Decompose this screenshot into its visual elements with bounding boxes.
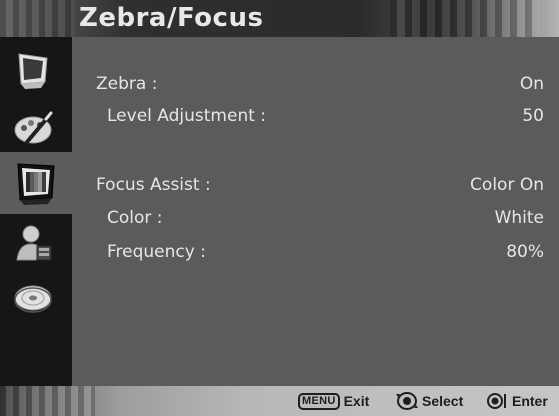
palette-icon <box>14 111 53 144</box>
user-settings-icon <box>16 225 52 261</box>
sidebar-item-monitor[interactable] <box>4 41 62 99</box>
setting-row-frequency[interactable]: Frequency : 80% <box>72 242 559 268</box>
frequency-value: 80% <box>506 242 544 262</box>
enter-label: Enter <box>512 393 548 409</box>
focus-assist-value: Color On <box>470 175 544 195</box>
select-label: Select <box>422 393 464 409</box>
sidebar-item-disc[interactable] <box>4 269 62 327</box>
color-value: White <box>494 208 544 228</box>
focus-assist-label: Focus Assist : <box>96 175 211 195</box>
level-adjustment-value: 50 <box>522 106 544 126</box>
color-label: Color : <box>107 208 163 228</box>
exit-label: Exit <box>343 393 370 409</box>
title-bar: Zebra/Focus <box>0 0 559 37</box>
sidebar-item-palette[interactable] <box>4 99 62 157</box>
level-adjustment-label: Level Adjustment : <box>107 106 267 126</box>
rotate-knob-icon <box>396 392 418 410</box>
setting-row-level-adjustment[interactable]: Level Adjustment : 50 <box>72 106 559 132</box>
osd-screen: Zebra/Focus Zebra: On Level Adjustment … <box>0 0 559 416</box>
select-hint[interactable]: Select <box>396 391 463 411</box>
menu-key-icon: MENU <box>298 392 340 410</box>
hint-bar-stripes <box>0 386 95 416</box>
sidebar <box>0 37 72 386</box>
exit-hint[interactable]: MENU Exit <box>298 391 369 411</box>
page-title: Zebra/Focus <box>79 3 264 33</box>
disc-icon <box>14 285 52 313</box>
title-bar-stripes-left <box>0 0 75 37</box>
setting-row-color[interactable]: Color : White <box>72 208 559 234</box>
title-bar-stripes-right <box>390 0 540 37</box>
enter-hint[interactable]: Enter <box>486 391 548 411</box>
press-knob-icon <box>487 393 506 409</box>
zebra-value: On <box>519 74 544 94</box>
setting-row-focus-assist[interactable]: Focus Assist : Color On <box>72 175 559 201</box>
hint-bar: MENU Exit Select Enter <box>0 386 559 416</box>
settings-panel: Zebra : On Level Adjustment : 50 Focus A… <box>72 37 559 386</box>
sidebar-item-user-settings[interactable] <box>4 215 62 273</box>
color-monitor-icon <box>17 163 55 205</box>
monitor-icon <box>18 53 48 89</box>
frequency-label: Frequency : <box>107 242 206 262</box>
setting-row-zebra[interactable]: Zebra : On <box>72 74 559 100</box>
zebra-label: Zebra : <box>96 74 158 94</box>
sidebar-item-zebra-focus[interactable] <box>0 152 72 214</box>
